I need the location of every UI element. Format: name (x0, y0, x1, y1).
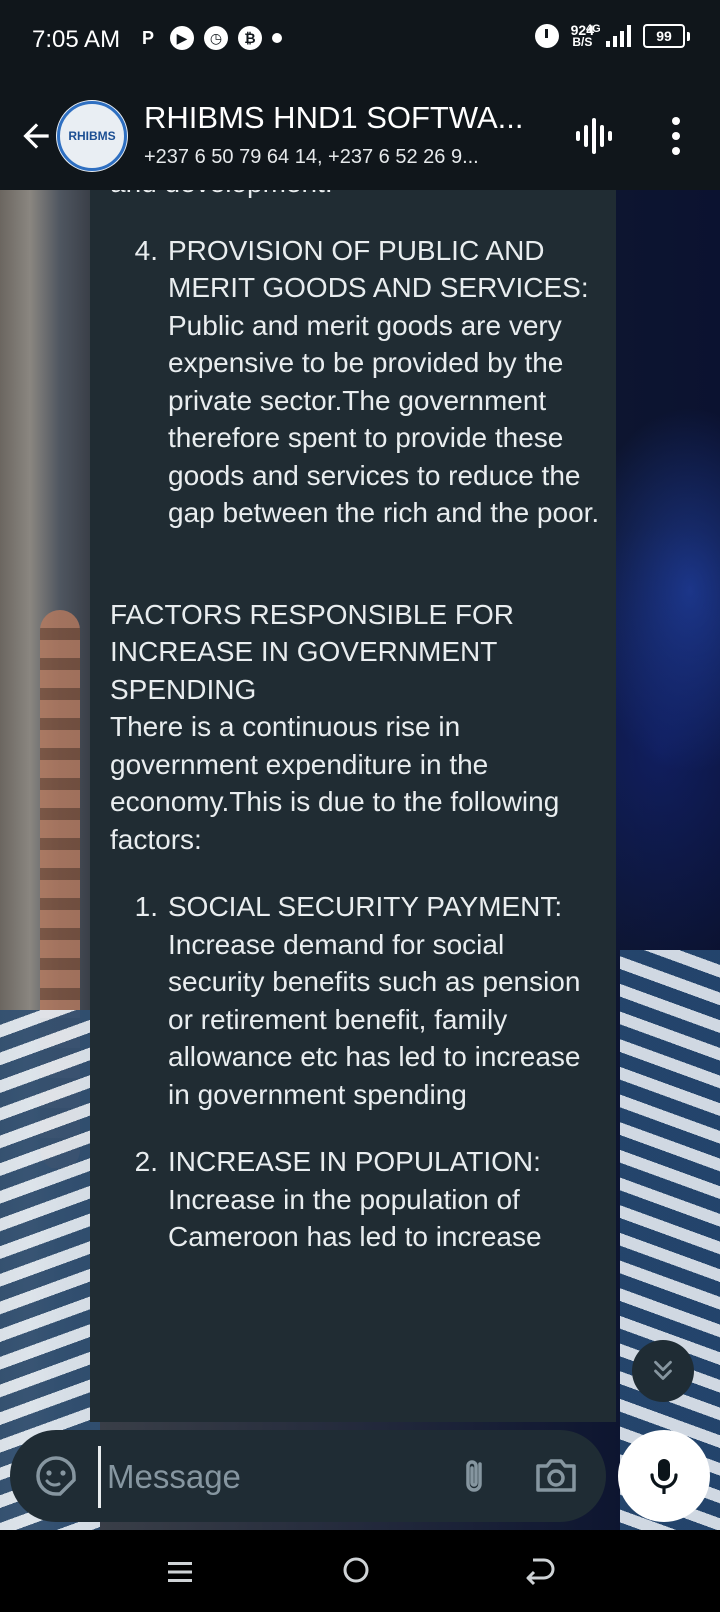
network-speed-unit: B/S (572, 35, 593, 49)
list-item: 4. PROVISION OF PUBLIC AND MERIT GOODS A… (110, 232, 602, 532)
scroll-down-button[interactable] (632, 1340, 694, 1402)
paperclip-icon[interactable] (450, 1452, 498, 1500)
back-arrow-icon[interactable] (14, 114, 58, 158)
network-type: 4G (586, 23, 601, 35)
status-bar: 7:05 AM P ▶ ◷ ₿ 924 B/S 4G 99 (0, 0, 720, 84)
voice-chat-icon[interactable] (572, 114, 616, 158)
section-intro: There is a continuous rise in government… (110, 711, 560, 855)
message-fragment: and development. (110, 190, 602, 202)
list-text: PROVISION OF PUBLIC AND MERIT GOODS AND … (168, 234, 600, 529)
group-avatar[interactable]: RHIBMS (56, 100, 128, 172)
notification-icons: P ▶ ◷ ₿ (136, 26, 282, 50)
voice-message-button[interactable] (618, 1430, 710, 1522)
list-item: 1. SOCIAL SECURITY PAYMENT: Increase dem… (110, 888, 602, 1113)
double-chevron-down-icon (654, 1360, 672, 1380)
alarm-icon: ◷ (204, 26, 228, 50)
message-input[interactable] (98, 1446, 449, 1508)
message-text: and development. 4. PROVISION OF PUBLIC … (110, 190, 602, 1256)
list-number: 2. (134, 1146, 158, 1177)
home-icon[interactable] (338, 1552, 374, 1588)
battery-level: 99 (643, 24, 685, 48)
battery-icon: 99 (643, 24, 690, 48)
camera-icon[interactable] (530, 1452, 582, 1500)
more-options-icon[interactable] (662, 114, 690, 158)
list-item: 2. INCREASE IN POPULATION: Increase in t… (110, 1143, 602, 1256)
message-bubble[interactable]: and development. 4. PROVISION OF PUBLIC … (90, 190, 616, 1422)
list-number: 1. (134, 891, 158, 922)
message-composer (10, 1430, 606, 1522)
section-heading: FACTORS RESPONSIBLE FOR INCREASE IN GOVE… (110, 598, 515, 705)
chat-header: RHIBMS RHIBMS HND1 SOFTWA... +237 6 50 7… (0, 84, 720, 190)
microphone-icon (650, 1459, 678, 1494)
navigation-bar (0, 1530, 720, 1612)
chat-participants[interactable]: +237 6 50 79 64 14, +237 6 52 26 9... (144, 146, 546, 169)
pinterest-icon: ▶ (170, 26, 194, 50)
chat-title[interactable]: RHIBMS HND1 SOFTWA... (144, 100, 544, 136)
back-icon[interactable] (520, 1552, 560, 1592)
screen: 7:05 AM P ▶ ◷ ₿ 924 B/S 4G 99 RHIBMS RHI… (0, 0, 720, 1612)
p-icon: P (141, 27, 154, 48)
recents-icon[interactable] (162, 1554, 198, 1590)
dot-icon (272, 33, 282, 43)
bitcoin-icon: ₿ (238, 26, 262, 50)
avatar-logo: RHIBMS (57, 101, 127, 171)
list-text: SOCIAL SECURITY PAYMENT: Increase demand… (168, 891, 581, 1110)
list-number: 4. (134, 234, 158, 266)
list-text: INCREASE IN POPULATION: Increase in the … (168, 1146, 542, 1252)
status-time: 7:05 AM (32, 26, 121, 53)
signal-icon: 4G (586, 23, 631, 47)
sticker-icon[interactable] (32, 1452, 80, 1500)
alarm-clock-icon (534, 24, 559, 48)
system-indicators: 924 B/S 4G 99 (534, 23, 690, 49)
